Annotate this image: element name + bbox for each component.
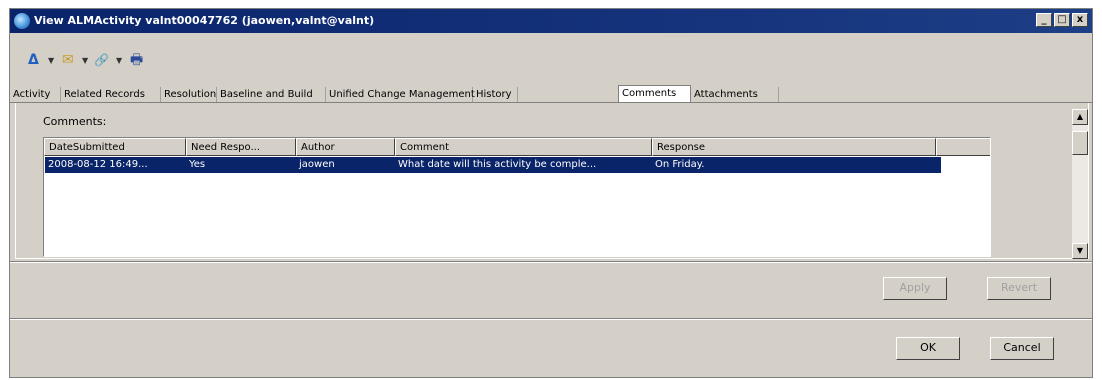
dialog-window: View ALMActivity valnt00047762 (jaowen,v…: [9, 8, 1093, 378]
comments-panel: Comments: DateSubmitted Need Respo... Au…: [15, 103, 1089, 259]
column-header-need-response[interactable]: Need Respo...: [186, 138, 296, 156]
drawing-icon[interactable]: Δ: [28, 51, 39, 69]
scroll-thumb[interactable]: [1072, 131, 1088, 155]
tab-activity[interactable]: Activity: [10, 87, 61, 103]
tab-baseline-and-build[interactable]: Baseline and Build: [217, 87, 326, 103]
title-bar[interactable]: View ALMActivity valnt00047762 (jaowen,v…: [10, 9, 1092, 33]
tab-attachments[interactable]: Attachments: [691, 87, 779, 103]
separator: [10, 261, 1092, 263]
window-title: View ALMActivity valnt00047762 (jaowen,v…: [34, 14, 375, 27]
vertical-scrollbar[interactable]: ▲ ▼: [1072, 109, 1088, 259]
cell-date-submitted: 2008-08-12 16:49...: [48, 159, 148, 170]
revert-button[interactable]: Revert: [987, 277, 1051, 300]
comments-table[interactable]: DateSubmitted Need Respo... Author Comme…: [43, 137, 991, 257]
column-header-filler: [936, 138, 990, 156]
minimize-button[interactable]: _: [1036, 13, 1052, 27]
table-row[interactable]: 2008-08-12 16:49... Yes jaowen What date…: [45, 157, 941, 173]
cell-response: On Friday.: [655, 159, 705, 170]
cancel-button[interactable]: Cancel: [990, 337, 1054, 360]
column-header-response[interactable]: Response: [652, 138, 936, 156]
tab-resolution[interactable]: Resolution: [161, 87, 217, 103]
dropdown-arrow-icon[interactable]: ▼: [82, 52, 88, 70]
link-icon[interactable]: 🔗: [94, 51, 109, 69]
cell-comment: What date will this activity be comple..…: [398, 159, 597, 170]
column-header-comment[interactable]: Comment: [395, 138, 652, 156]
column-header-date-submitted[interactable]: DateSubmitted: [44, 138, 186, 156]
window-controls: _ □ x: [1036, 13, 1088, 27]
cell-author: jaowen: [299, 159, 335, 170]
tab-history[interactable]: History: [473, 87, 518, 103]
print-icon[interactable]: 🖶: [130, 51, 143, 69]
tab-unified-change-management[interactable]: Unified Change Management: [326, 87, 475, 103]
maximize-button[interactable]: □: [1054, 13, 1070, 27]
cell-need-response: Yes: [189, 159, 206, 170]
apply-button[interactable]: Apply: [883, 277, 947, 300]
email-icon[interactable]: ✉: [62, 51, 74, 69]
column-header-author[interactable]: Author: [296, 138, 395, 156]
scroll-up-icon[interactable]: ▲: [1072, 109, 1088, 125]
tab-related-records[interactable]: Related Records: [61, 87, 161, 103]
tab-strip: Activity Related Records Resolution Base…: [10, 85, 1092, 104]
separator: [10, 318, 1092, 320]
close-button[interactable]: x: [1072, 13, 1088, 27]
comments-label: Comments:: [43, 115, 107, 128]
scroll-down-icon[interactable]: ▼: [1072, 243, 1088, 259]
toolbar: Δ ▼ ✉ ▼ 🔗 ▼ 🖶: [10, 37, 1092, 75]
dropdown-arrow-icon[interactable]: ▼: [48, 52, 54, 70]
table-header: DateSubmitted Need Respo... Author Comme…: [44, 138, 990, 156]
app-icon: [14, 13, 30, 29]
ok-button[interactable]: OK: [896, 337, 960, 360]
dropdown-arrow-icon[interactable]: ▼: [116, 52, 122, 70]
